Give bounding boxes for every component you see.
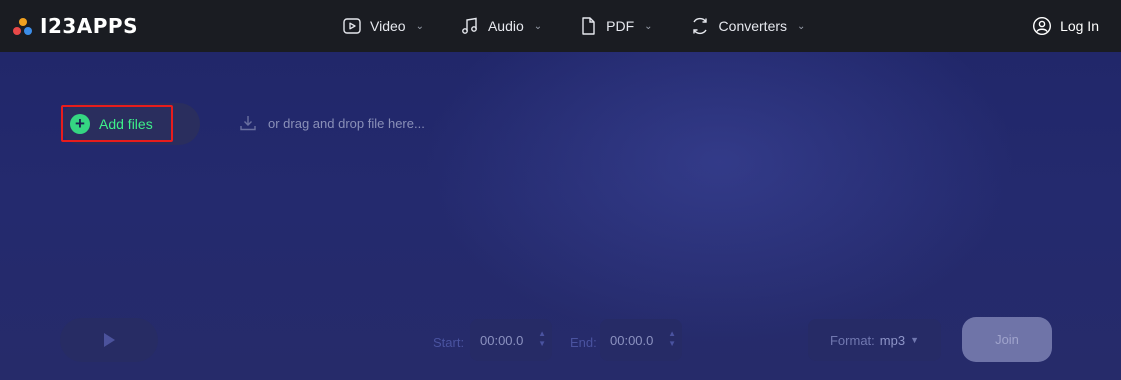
chevron-down-icon: ⌄ xyxy=(797,20,806,32)
join-label: Join xyxy=(995,332,1019,347)
nav-item-converters-label: Converters xyxy=(718,18,788,34)
plus-circle-icon: + xyxy=(70,113,90,134)
logo-mark-icon xyxy=(12,16,34,36)
format-label: Format: xyxy=(829,332,875,348)
format-select[interactable]: Format: mp3 ▼ xyxy=(808,319,941,361)
nav-item-video-label: Video xyxy=(370,18,406,34)
chevron-down-icon: ⌄ xyxy=(415,20,424,32)
chevron-down-icon: ⌄ xyxy=(644,20,653,32)
user-icon xyxy=(1033,16,1052,36)
video-icon xyxy=(343,18,361,34)
nav-item-converters[interactable]: Converters ⌄ xyxy=(689,16,806,36)
nav-item-audio[interactable]: Audio ⌄ xyxy=(460,16,542,36)
caret-down-icon: ▼ xyxy=(910,335,919,345)
start-time-stepper-icon[interactable]: ▲ ▼ xyxy=(538,329,546,349)
add-files-button[interactable]: + Add files xyxy=(61,105,173,142)
drop-zone-hint: or drag and drop file here... xyxy=(238,112,425,134)
nav-item-audio-label: Audio xyxy=(487,18,524,34)
download-icon xyxy=(240,116,256,131)
main-workspace: + Add files or drag and drop file here..… xyxy=(0,52,1121,380)
nav-item-video[interactable]: Video ⌄ xyxy=(342,16,424,36)
nav-item-pdf[interactable]: PDF ⌄ xyxy=(578,16,653,36)
main-nav: Video ⌄ Audio ⌄ PDF ⌄ Converters ⌄ xyxy=(342,0,841,52)
music-note-icon xyxy=(462,17,477,34)
end-time-input[interactable]: 00:00.0 ▲ ▼ xyxy=(600,319,682,361)
format-value: mp3 xyxy=(879,332,906,348)
start-time-input[interactable]: 00:00.0 ▲ ▼ xyxy=(470,319,552,361)
end-time-stepper-icon[interactable]: ▲ ▼ xyxy=(668,329,676,349)
nav-item-pdf-label: PDF xyxy=(606,18,635,34)
join-button[interactable]: Join xyxy=(962,317,1052,362)
chevron-down-icon: ⌄ xyxy=(533,20,543,32)
end-time-value: 00:00.0 xyxy=(610,332,654,348)
logo[interactable]: I23APPS xyxy=(12,14,138,38)
document-icon xyxy=(582,17,595,35)
drop-hint-text: or drag and drop file here... xyxy=(268,115,425,131)
start-label: Start: xyxy=(433,335,465,350)
end-label: End: xyxy=(570,335,597,350)
top-nav-bar: I23APPS Video ⌄ Audio ⌄ PDF ⌄ Converters… xyxy=(0,0,1121,52)
play-button[interactable] xyxy=(60,318,158,362)
logo-text: I23APPS xyxy=(40,14,138,38)
start-time-value: 00:00.0 xyxy=(480,332,524,348)
play-icon xyxy=(104,333,115,347)
login-label: Log In xyxy=(1060,18,1099,34)
add-files-label: Add files xyxy=(99,115,153,132)
convert-icon xyxy=(692,17,707,35)
login-button[interactable]: Log In xyxy=(1032,14,1099,38)
